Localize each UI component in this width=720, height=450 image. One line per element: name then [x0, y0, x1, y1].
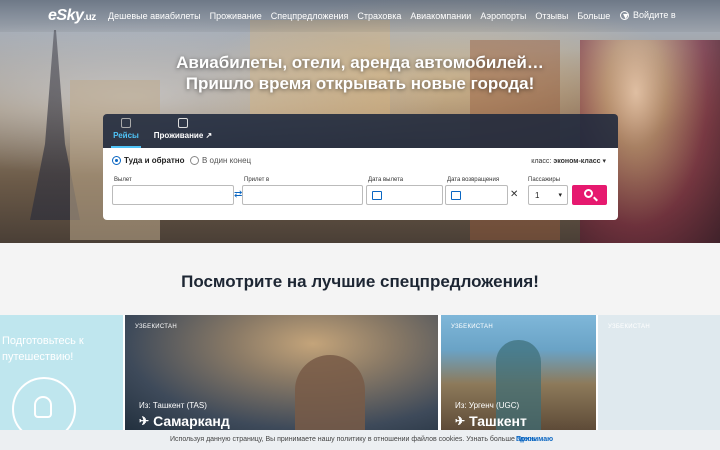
- offer-image: [295, 355, 365, 430]
- cookie-accept-button[interactable]: Принимаю: [516, 436, 553, 443]
- promo-text: Подготовьтесь к путешествию!: [2, 335, 84, 363]
- radio-indicator: [112, 156, 121, 165]
- radio-round-trip[interactable]: Туда и обратно: [112, 156, 185, 165]
- external-link-icon: ↗: [203, 131, 213, 140]
- card-country: УЗБЕКИСТАН: [135, 324, 177, 330]
- offers-title: Посмотрите на лучшие спецпредложения!: [181, 272, 539, 291]
- nav-links: Дешевые авиабилеты Проживание Спецпредло…: [108, 11, 648, 21]
- nav-link-airports[interactable]: Аэропорты: [480, 11, 526, 21]
- esky-logo[interactable]: eSky.uz: [48, 7, 96, 25]
- cookie-banner: Используя данную страницу, Вы принимаете…: [0, 430, 720, 450]
- radio-indicator: [190, 156, 199, 165]
- nav-link-cheap-flights[interactable]: Дешевые авиабилеты: [108, 11, 201, 21]
- chevron-down-icon: ▾: [602, 158, 606, 165]
- card-origin: Из: Ташкент (TAS): [139, 401, 207, 410]
- cookie-message: Используя данную страницу, Вы принимаете…: [170, 436, 537, 443]
- promo-card[interactable]: Подготовьтесь к путешествию!: [0, 315, 123, 430]
- from-label: Вылет: [114, 177, 132, 183]
- depart-date-label: Дата вылета: [368, 177, 404, 183]
- nav-link-special-offers[interactable]: Спецпредложения: [271, 11, 349, 21]
- passengers-select[interactable]: 1 ▾: [528, 185, 568, 205]
- plane-icon: [121, 118, 131, 128]
- hero-headline-line-1: Авиабилеты, отели, аренда автомобилей…: [176, 53, 544, 72]
- login-label: Войдите в: [633, 10, 676, 20]
- card-country: УЗБЕКИСТАН: [451, 324, 493, 330]
- hero-headline-line-2: Пришло время открывать новые города!: [185, 74, 535, 93]
- search-icon: [584, 189, 593, 198]
- nav-link-accommodation[interactable]: Проживание: [210, 11, 262, 21]
- tab-accommodation[interactable]: Проживание ↗: [153, 118, 213, 148]
- plane-icon: ✈: [455, 414, 466, 428]
- nav-link-reviews[interactable]: Отзывы: [535, 11, 568, 21]
- to-label: Прилет в: [244, 177, 270, 183]
- to-field[interactable]: [242, 185, 363, 205]
- top-navigation: eSky.uz Дешевые авиабилеты Проживание Сп…: [0, 0, 720, 32]
- offer-card-tashkent[interactable]: УЗБЕКИСТАН Из: Ургенч (UGC) ✈ Ташкент: [441, 315, 596, 430]
- calendar-icon: [451, 191, 461, 200]
- card-destination: ✈ Ташкент: [455, 413, 527, 429]
- return-date-label: Дата возвращения: [447, 177, 500, 183]
- hotel-icon: [178, 118, 188, 128]
- lightbulb-icon: [12, 377, 76, 430]
- search-tabs: Рейсы Проживание ↗: [103, 114, 618, 148]
- tab-flights[interactable]: Рейсы: [111, 118, 141, 148]
- nav-link-airlines[interactable]: Авиакомпании: [410, 11, 471, 21]
- login-icon: [620, 10, 629, 20]
- card-destination: ✈ Самарканд: [139, 413, 230, 429]
- depart-date-field[interactable]: [366, 185, 443, 205]
- class-selector[interactable]: класс: эконом-класс ▾: [531, 157, 606, 165]
- nav-link-insurance[interactable]: Страховка: [357, 11, 401, 21]
- search-panel: Туда и обратно В один конец класс: эконо…: [103, 148, 618, 220]
- hero-headline: Авиабилеты, отели, аренда автомобилей… П…: [0, 52, 720, 94]
- search-button[interactable]: [572, 185, 607, 205]
- calendar-icon: [372, 191, 382, 200]
- offer-card-partial[interactable]: УЗБЕКИСТАН: [598, 315, 720, 430]
- return-date-field[interactable]: [445, 185, 508, 205]
- card-origin: Из: Ургенч (UGC): [455, 401, 520, 410]
- login-link[interactable]: Войдите в: [620, 10, 676, 20]
- chevron-down-icon: ▾: [558, 192, 562, 199]
- card-country: УЗБЕКИСТАН: [608, 324, 650, 330]
- passengers-label: Пассажиры: [528, 177, 561, 183]
- clear-return-icon[interactable]: ✕: [510, 189, 518, 200]
- offer-card-samarkand[interactable]: УЗБЕКИСТАН Из: Ташкент (TAS) ✈ Самарканд: [125, 315, 438, 430]
- plane-icon: ✈: [139, 414, 150, 428]
- from-field[interactable]: [112, 185, 234, 205]
- radio-one-way[interactable]: В один конец: [190, 156, 251, 165]
